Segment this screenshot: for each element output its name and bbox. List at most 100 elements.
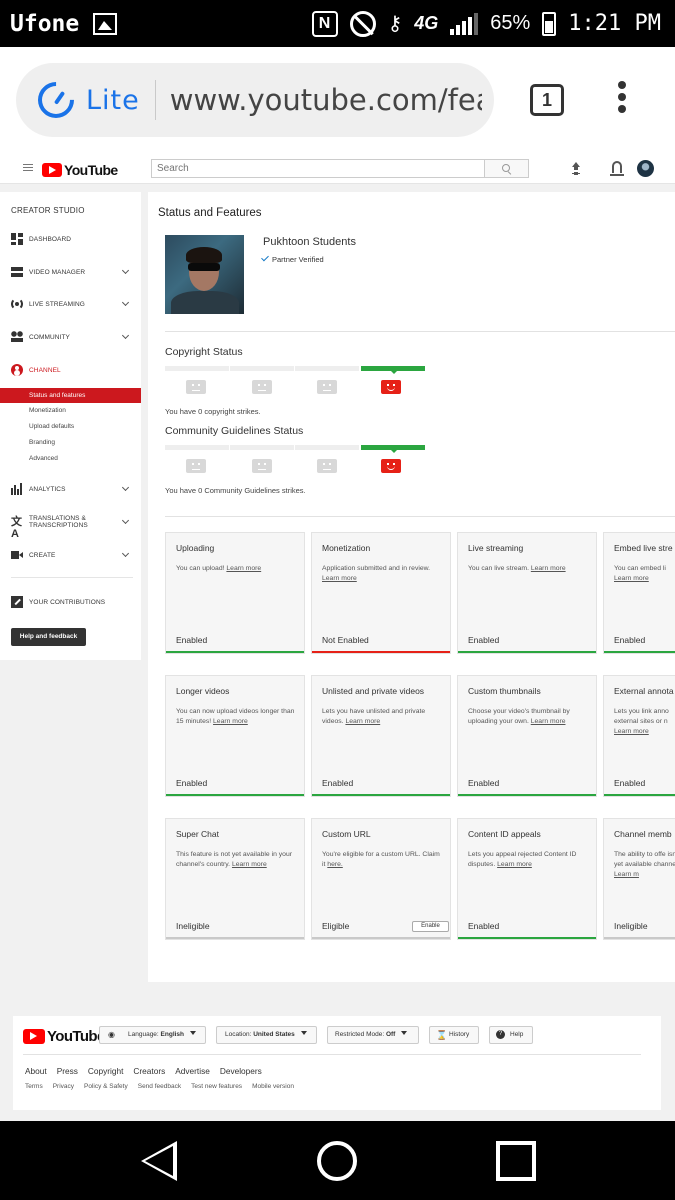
footer-youtube-logo[interactable]: YouTube (23, 1028, 105, 1045)
footer-link-press[interactable]: Press (57, 1066, 78, 1076)
sidebar-subitem-monetization[interactable]: Monetization (0, 403, 141, 418)
strike-face-icon (252, 459, 272, 473)
upload-icon[interactable] (571, 162, 581, 174)
status-and-features-panel: Status and Features Pukhtoon Students Pa… (148, 192, 675, 982)
learn-more-link[interactable]: Learn more (531, 565, 566, 572)
account-avatar[interactable] (637, 160, 654, 177)
address-bar[interactable]: Lite www.youtube.com/features (16, 63, 494, 137)
chevron-down-icon[interactable] (121, 298, 130, 307)
sidebar-item-video-manager[interactable]: VIDEO MANAGER (0, 262, 141, 282)
footer-link-developers[interactable]: Developers (220, 1066, 262, 1076)
learn-more-link[interactable]: Learn more (614, 575, 649, 582)
create-camera-icon (11, 549, 23, 561)
chevron-down-icon[interactable] (121, 266, 130, 275)
card-description: You can embed li Learn more (614, 565, 666, 582)
learn-more-link[interactable]: Learn more (226, 565, 261, 572)
notifications-bell-icon[interactable] (610, 161, 624, 176)
footer-link-mobile-version[interactable]: Mobile version (252, 1083, 294, 1090)
learn-more-link[interactable]: Learn more (497, 861, 532, 868)
claim-here-link[interactable]: here. (327, 861, 343, 868)
status-indicator-bar (458, 937, 596, 939)
chevron-down-icon[interactable] (121, 549, 130, 558)
sidebar-subitem-branding[interactable]: Branding (0, 435, 141, 450)
footer-link-send-feedback[interactable]: Send feedback (138, 1083, 181, 1090)
card-title: Content ID appeals (468, 829, 541, 839)
card-status: Enabled (322, 778, 354, 788)
lite-mode-label[interactable]: Lite (86, 85, 140, 116)
browser-menu-icon[interactable] (612, 81, 632, 121)
tab-switcher-button[interactable]: 1 (530, 84, 564, 116)
learn-more-link[interactable]: Learn m (614, 871, 639, 878)
sidebar-item-community[interactable]: COMMUNITY (0, 327, 141, 347)
help-and-feedback-button[interactable]: Help and feedback (11, 628, 86, 646)
learn-more-link[interactable]: Learn more (322, 575, 357, 582)
hamburger-menu-icon[interactable] (23, 164, 33, 173)
footer-secondary-links: Terms Privacy Policy & Safety Send feedb… (25, 1083, 294, 1090)
sidebar-item-your-contributions[interactable]: YOUR CONTRIBUTIONS (0, 592, 141, 612)
card-status: Enabled (176, 778, 208, 788)
location-picker[interactable]: Location: United States (216, 1026, 317, 1044)
restricted-mode-picker[interactable]: Restricted Mode: Off (327, 1026, 419, 1044)
youtube-play-icon (42, 163, 62, 177)
learn-more-link[interactable]: Learn more (531, 718, 566, 725)
history-button[interactable]: ⌛ History (429, 1026, 479, 1044)
feature-card-live-streaming: Live streaming You can live stream. Lear… (457, 532, 597, 654)
sidebar-item-analytics[interactable]: ANALYTICS (0, 479, 141, 499)
card-status: Enabled (614, 635, 646, 645)
footer-link-policy-safety[interactable]: Policy & Safety (84, 1083, 128, 1090)
footer-link-creators[interactable]: Creators (133, 1066, 165, 1076)
sidebar-item-label: TRANSLATIONS & TRANSCRIPTIONS (29, 515, 88, 529)
search-button[interactable] (485, 159, 529, 178)
status-indicator-bar (312, 651, 450, 653)
language-picker[interactable]: ◉ Language: English (99, 1026, 206, 1044)
sidebar-item-label: ANALYTICS (29, 485, 66, 493)
sidebar-item-live-streaming[interactable]: LIVE STREAMING (0, 294, 141, 314)
footer-link-about[interactable]: About (25, 1066, 47, 1076)
footer-link-test-features[interactable]: Test new features (191, 1083, 242, 1090)
sidebar-item-translations[interactable]: 文A TRANSLATIONS & TRANSCRIPTIONS (0, 512, 141, 540)
sidebar-subitem-upload-defaults[interactable]: Upload defaults (0, 419, 141, 434)
channel-icon (11, 364, 23, 376)
back-icon[interactable] (141, 1141, 177, 1181)
feature-card-monetization: Monetization Application submitted and i… (311, 532, 451, 654)
sidebar-subitem-status-and-features[interactable]: Status and features (0, 388, 141, 403)
community-icon (11, 331, 23, 343)
learn-more-link[interactable]: Learn more (345, 718, 380, 725)
chevron-down-icon[interactable] (121, 331, 130, 340)
card-title: Monetization (322, 543, 371, 553)
sidebar-item-create[interactable]: CREATE (0, 545, 141, 565)
youtube-logo[interactable]: YouTube (42, 162, 118, 178)
card-title: Unlisted and private videos (322, 686, 425, 696)
dashboard-icon (11, 233, 23, 245)
card-title: Longer videos (176, 686, 230, 696)
url-text[interactable]: www.youtube.com/features (170, 83, 482, 117)
checkmark-icon (261, 253, 269, 262)
recent-apps-icon[interactable] (496, 1141, 536, 1181)
card-status: Ineligible (176, 921, 210, 931)
learn-more-link[interactable]: Learn more (614, 728, 649, 735)
sidebar-item-dashboard[interactable]: DASHBOARD (0, 229, 141, 249)
strike-face-icon (317, 459, 337, 473)
footer-link-copyright[interactable]: Copyright (88, 1066, 124, 1076)
feature-card-longer-videos: Longer videos You can now upload videos … (165, 675, 305, 797)
lite-mode-icon[interactable] (30, 74, 82, 126)
sidebar-subitem-advanced[interactable]: Advanced (0, 451, 141, 466)
footer-link-terms[interactable]: Terms (25, 1083, 43, 1090)
learn-more-link[interactable]: Learn more (213, 718, 248, 725)
home-icon[interactable] (317, 1141, 357, 1181)
chevron-down-icon[interactable] (121, 516, 130, 525)
sidebar-item-channel[interactable]: CHANNEL (0, 360, 141, 380)
footer-link-advertise[interactable]: Advertise (175, 1066, 210, 1076)
footer-link-privacy[interactable]: Privacy (53, 1083, 74, 1090)
strike-face-icon (317, 380, 337, 394)
channel-avatar[interactable] (165, 235, 244, 314)
enable-custom-url-button[interactable]: Enable (412, 921, 449, 932)
chevron-down-icon[interactable] (121, 483, 130, 492)
section-divider (165, 516, 675, 517)
learn-more-link[interactable]: Learn more (232, 861, 267, 868)
video-manager-icon (11, 266, 23, 278)
help-button[interactable]: ? Help (489, 1026, 533, 1044)
copyright-status-title: Copyright Status (165, 346, 243, 358)
search-input[interactable] (151, 159, 485, 178)
community-strike-meter (165, 445, 426, 453)
